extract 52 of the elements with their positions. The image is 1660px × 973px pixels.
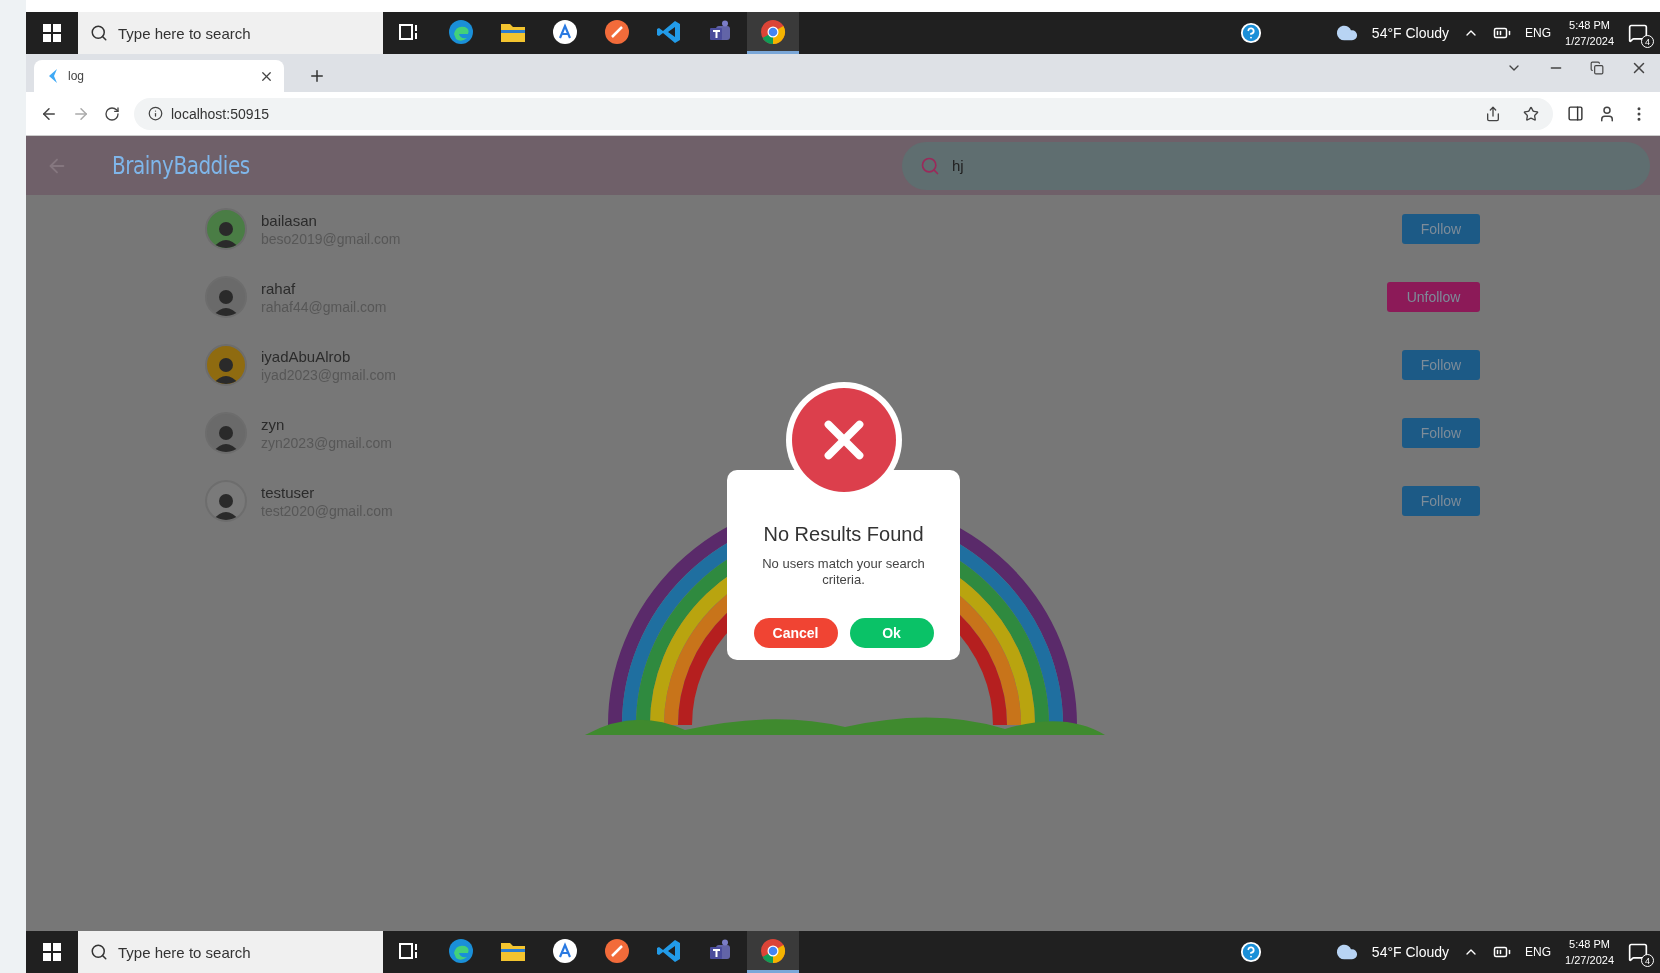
user-name: testuser xyxy=(261,483,316,501)
user-name: bailasan xyxy=(261,211,318,229)
notification-count: 4 xyxy=(1641,954,1654,967)
task-view-icon xyxy=(399,941,419,960)
info-icon xyxy=(148,106,163,121)
taskbar-app-button[interactable] xyxy=(747,931,799,973)
chrome-browser-icon xyxy=(760,18,786,45)
user-name: rahaf xyxy=(261,279,297,297)
chrome-browser-icon xyxy=(760,937,786,964)
new-tab-icon[interactable] xyxy=(308,67,326,85)
language-indicator[interactable]: ENG xyxy=(1525,26,1552,40)
task-view-icon xyxy=(399,22,419,41)
clock-date[interactable]: 1/27/2024 xyxy=(1565,952,1614,968)
side-panel-icon[interactable] xyxy=(1567,105,1584,122)
edge-browser-icon xyxy=(448,18,474,45)
help-icon[interactable] xyxy=(1239,22,1262,44)
search-icon xyxy=(90,943,108,961)
dialog-message: No users match your search criteria. xyxy=(761,556,926,588)
dialog-title: No Results Found xyxy=(763,523,924,546)
cancel-button[interactable]: Cancel xyxy=(753,618,838,648)
search-icon xyxy=(920,155,940,176)
user-name: iyadAbuAlrob xyxy=(261,347,352,365)
restore-icon[interactable] xyxy=(1590,61,1604,75)
windows-logo-icon xyxy=(43,24,61,42)
user-name: zyn xyxy=(261,415,286,433)
bookmark-star-icon[interactable] xyxy=(1523,105,1539,122)
windows-logo-icon xyxy=(43,943,61,961)
clock-time[interactable]: 5:48 PM xyxy=(1569,17,1610,33)
address-bar[interactable]: localhost:50915 xyxy=(134,97,1553,130)
notification-icon[interactable] xyxy=(1628,23,1648,43)
notification-icon[interactable] xyxy=(1628,942,1648,962)
search-icon xyxy=(90,24,108,42)
edge-browser-icon xyxy=(448,937,474,964)
notification-count: 4 xyxy=(1641,35,1654,48)
clock-time[interactable]: 5:48 PM xyxy=(1569,936,1610,952)
language-indicator[interactable]: ENG xyxy=(1525,945,1552,959)
app-store-icon xyxy=(552,18,578,45)
weather-text[interactable]: 54°F Cloudy xyxy=(1371,25,1450,41)
share-icon[interactable] xyxy=(1485,105,1501,122)
browser-tab[interactable]: log xyxy=(34,60,284,92)
app-title: BrainyBaddies xyxy=(112,151,251,180)
taskbar-app-button[interactable] xyxy=(747,12,799,54)
reload-icon[interactable] xyxy=(104,105,120,122)
app-store-icon xyxy=(552,937,578,964)
help-icon[interactable] xyxy=(1239,941,1262,963)
profile-icon[interactable] xyxy=(1598,104,1616,123)
taskbar-search-field[interactable]: Type here to search xyxy=(78,931,383,973)
code-editor-icon xyxy=(656,937,682,964)
code-editor-icon xyxy=(656,18,682,45)
clock-date[interactable]: 1/27/2024 xyxy=(1565,33,1614,49)
taskbar-search-field[interactable]: Type here to search xyxy=(78,12,383,54)
weather-text[interactable]: 54°F Cloudy xyxy=(1371,944,1450,960)
